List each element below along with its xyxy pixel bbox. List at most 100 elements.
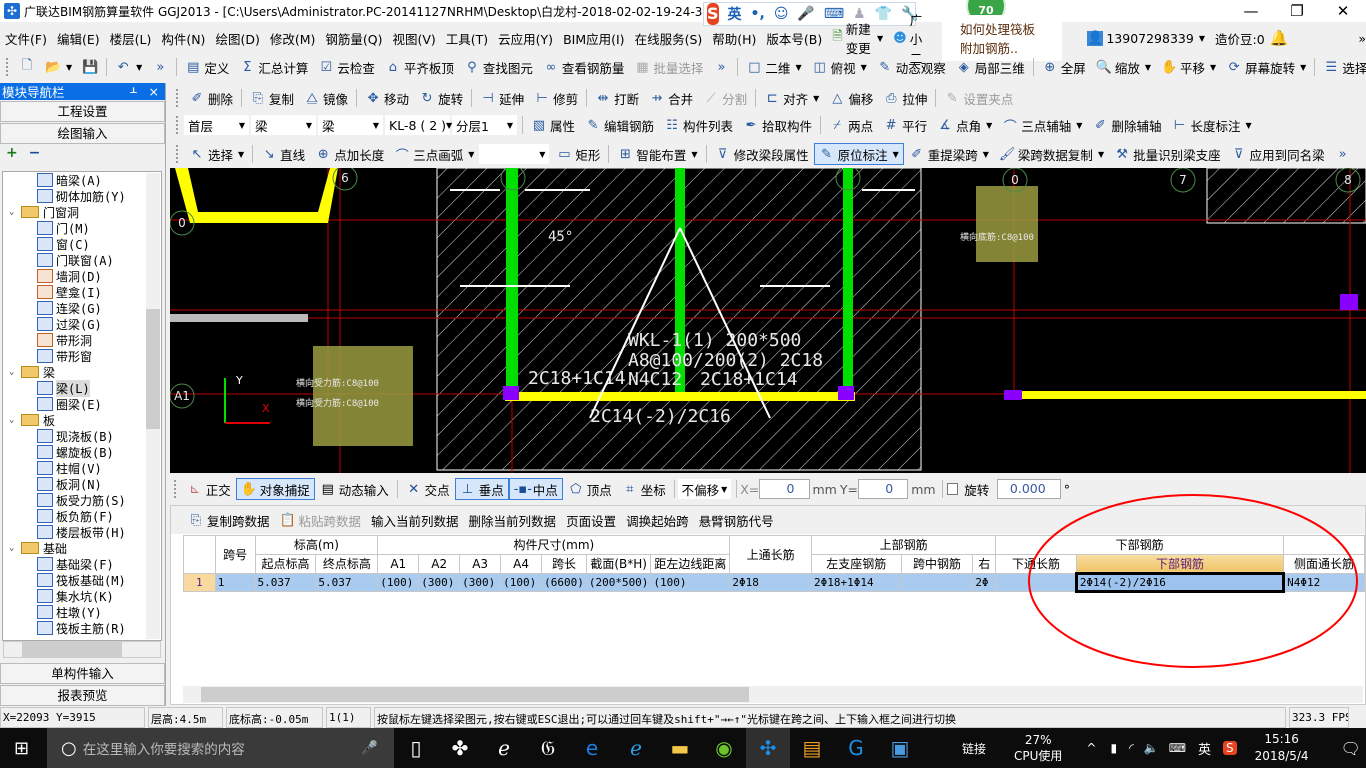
toolbar-grip[interactable] bbox=[6, 58, 10, 76]
tree-horizontal-scrollbar[interactable] bbox=[3, 641, 161, 658]
menu-item[interactable]: 构件(N) bbox=[156, 29, 210, 48]
tree-item[interactable]: 板洞(N) bbox=[3, 476, 161, 492]
2d-button[interactable]: □ 二维 ▼ bbox=[741, 56, 806, 78]
tree-folder[interactable]: ⌄ 梁 bbox=[3, 364, 161, 380]
screen-rotate-button[interactable]: ⟳ 屏幕旋转 ▼ bbox=[1221, 56, 1311, 78]
bell-icon[interactable]: 🔔 bbox=[1270, 29, 1289, 47]
delete-axis-button[interactable]: ✐ 删除辅轴 bbox=[1087, 114, 1166, 136]
col-header-top-through[interactable]: 上通长筋 bbox=[729, 535, 812, 574]
cantilever-rebar-code-button[interactable]: 悬臂钢筋代号 bbox=[694, 509, 779, 531]
toolbar-grip[interactable] bbox=[176, 89, 180, 107]
tree-vertical-scrollbar[interactable] bbox=[146, 173, 160, 639]
keyboard-icon[interactable]: ⌨ bbox=[824, 6, 844, 22]
menu-item[interactable]: 在线服务(S) bbox=[630, 29, 708, 48]
cursor-button[interactable]: ↖ 选择 ▼ bbox=[184, 143, 249, 165]
cell-dist-left[interactable]: (100) bbox=[650, 572, 731, 592]
chevron-down-icon[interactable]: ⌄ bbox=[9, 543, 21, 553]
align-top-button[interactable]: ⌂ 平齐板顶 bbox=[380, 56, 459, 78]
re-extract-span-button[interactable]: ✐ 重提梁跨 ▼ bbox=[904, 143, 994, 165]
green-app-icon[interactable]: ◉ bbox=[702, 728, 746, 768]
restore-button[interactable]: ❐ bbox=[1274, 0, 1320, 22]
mirror-button[interactable]: ⧋ 镜像 bbox=[299, 87, 353, 109]
tree-item[interactable]: 窗(C) bbox=[3, 236, 161, 252]
break-button[interactable]: ⇹ 打断 bbox=[590, 87, 644, 109]
component-list-button[interactable]: ☷ 构件列表 bbox=[659, 114, 738, 136]
binoculars-button[interactable]: ⚲ 查找图元 bbox=[459, 56, 538, 78]
col-header-span-no[interactable]: 跨号 bbox=[214, 535, 256, 574]
toolbar-select[interactable]: ▼ bbox=[479, 144, 550, 164]
offset-mode-select[interactable]: 不偏移 ▼ bbox=[677, 479, 732, 499]
col-header-mid-span[interactable]: 跨中钢筋 bbox=[900, 553, 974, 574]
parallel-button[interactable]: # 平行 bbox=[878, 114, 932, 136]
punctuation-icon[interactable]: •, bbox=[751, 6, 765, 22]
tree-item[interactable]: 暗梁(A) bbox=[3, 172, 161, 188]
menu-item[interactable]: 版本号(B) bbox=[761, 29, 827, 48]
edit-rebar-button[interactable]: ✎ 编辑钢筋 bbox=[580, 114, 659, 136]
toolbar-grip[interactable] bbox=[174, 480, 178, 498]
microphone-icon[interactable]: 🎤 bbox=[361, 740, 378, 756]
tree-item[interactable]: 楼层板带(H) bbox=[3, 524, 161, 540]
col-header-a3[interactable]: A3 bbox=[459, 553, 502, 574]
menu-item[interactable]: 楼层(L) bbox=[105, 29, 157, 48]
col-header-dist-left[interactable]: 距左边线距离 bbox=[650, 553, 731, 574]
toolbar-grip[interactable] bbox=[176, 116, 180, 134]
report-preview-button[interactable]: 报表预览 bbox=[0, 685, 165, 706]
links-toolbar[interactable]: 链接 bbox=[962, 740, 986, 757]
cell-mid-span[interactable] bbox=[900, 572, 974, 592]
menu-item[interactable]: 云应用(Y) bbox=[493, 29, 558, 48]
tree-item[interactable]: 墙洞(D) bbox=[3, 268, 161, 284]
brush-button[interactable]: 🖌 梁跨数据复制 ▼ bbox=[994, 143, 1109, 165]
menu-item[interactable]: 编辑(E) bbox=[52, 29, 105, 48]
tree-item[interactable]: 集水坑(K) bbox=[3, 588, 161, 604]
batch-select-button[interactable]: ▦ 批量选择 bbox=[629, 56, 708, 78]
tree-item[interactable]: 圈梁(E) bbox=[3, 396, 161, 412]
pin-icon[interactable]: ᚆ bbox=[130, 84, 136, 99]
local-3d-button[interactable]: ◈ 局部三维 bbox=[951, 56, 1030, 78]
col-header-a4[interactable]: A4 bbox=[500, 553, 543, 574]
undo-button[interactable]: ↶ ▼ bbox=[110, 56, 147, 78]
delete-column-data-button[interactable]: 删除当前列数据 bbox=[464, 509, 562, 531]
smart-layout-button[interactable]: ⊞ 智能布置 ▼ bbox=[612, 143, 702, 165]
tree-item[interactable]: 连梁(G) bbox=[3, 300, 161, 316]
tree-item[interactable]: 筏板基础(M) bbox=[3, 572, 161, 588]
x-offset-input[interactable]: 0 bbox=[759, 479, 810, 499]
col-header-right[interactable]: 右 bbox=[972, 553, 997, 574]
toolbar-grip[interactable] bbox=[176, 145, 180, 163]
apply-same-name-button[interactable]: ⊽ 应用到同名梁 bbox=[1226, 143, 1330, 165]
move-button[interactable]: ✥ 移动 bbox=[360, 87, 414, 109]
tree-item[interactable]: 柱墩(Y) bbox=[3, 604, 161, 620]
tree-item[interactable]: 螺旋板(B) bbox=[3, 444, 161, 460]
cell-end-elev[interactable]: 5.037 bbox=[315, 572, 379, 592]
cell-top-through[interactable]: 2Φ18 bbox=[729, 572, 812, 592]
single-component-input-button[interactable]: 单构件输入 bbox=[0, 663, 165, 684]
paste-span-data-button[interactable]: 📋 粘贴跨数据 bbox=[275, 509, 367, 531]
file-explorer-icon[interactable]: ▬ bbox=[658, 728, 702, 768]
new-file-button[interactable]: 🗋 bbox=[14, 56, 40, 78]
battery-icon[interactable]: ▮ bbox=[1110, 741, 1117, 755]
ime-language[interactable]: 英 bbox=[728, 4, 742, 24]
midpoint-snap-button[interactable]: -▪- 中点 bbox=[508, 478, 563, 500]
perpendicular-snap-button[interactable]: ⊥ 垂点 bbox=[454, 478, 509, 500]
properties-button[interactable]: ▧ 属性 bbox=[526, 114, 580, 136]
trim-button[interactable]: ⊢ 修剪 bbox=[529, 87, 583, 109]
touch-keyboard-icon[interactable]: ⌨ bbox=[1169, 741, 1186, 755]
notes-app-icon[interactable]: ▤ bbox=[790, 728, 834, 768]
point-angle-button[interactable]: ∡ 点角 ▼ bbox=[932, 114, 997, 136]
save-button[interactable]: 💾 bbox=[77, 56, 103, 78]
input-column-data-button[interactable]: 输入当前列数据 bbox=[366, 509, 464, 531]
menu-item[interactable]: 视图(V) bbox=[387, 29, 440, 48]
menu-item[interactable]: 帮助(H) bbox=[707, 29, 761, 48]
scrollbar-thumb[interactable] bbox=[146, 309, 160, 429]
rotate-checkbox[interactable] bbox=[947, 483, 959, 495]
skin-icon[interactable]: 👕 bbox=[875, 6, 892, 22]
expand-all-icon[interactable]: + bbox=[6, 145, 18, 161]
menu-item[interactable]: 钢筋量(Q) bbox=[320, 29, 387, 48]
sogou-tray-icon[interactable]: S bbox=[1223, 741, 1237, 755]
col-header-a2[interactable]: A2 bbox=[418, 553, 461, 574]
cell-a1[interactable]: (100) bbox=[377, 572, 420, 592]
chevron-down-icon[interactable]: ⌄ bbox=[9, 367, 21, 377]
windows-start-icon[interactable]: ⊞ bbox=[14, 738, 29, 759]
swap-start-span-button[interactable]: 调换起始跨 bbox=[621, 509, 694, 531]
filter-button[interactable]: ⊽ 修改梁段属性 bbox=[710, 143, 814, 165]
ie-blue-icon[interactable]: ℯ bbox=[614, 728, 658, 768]
